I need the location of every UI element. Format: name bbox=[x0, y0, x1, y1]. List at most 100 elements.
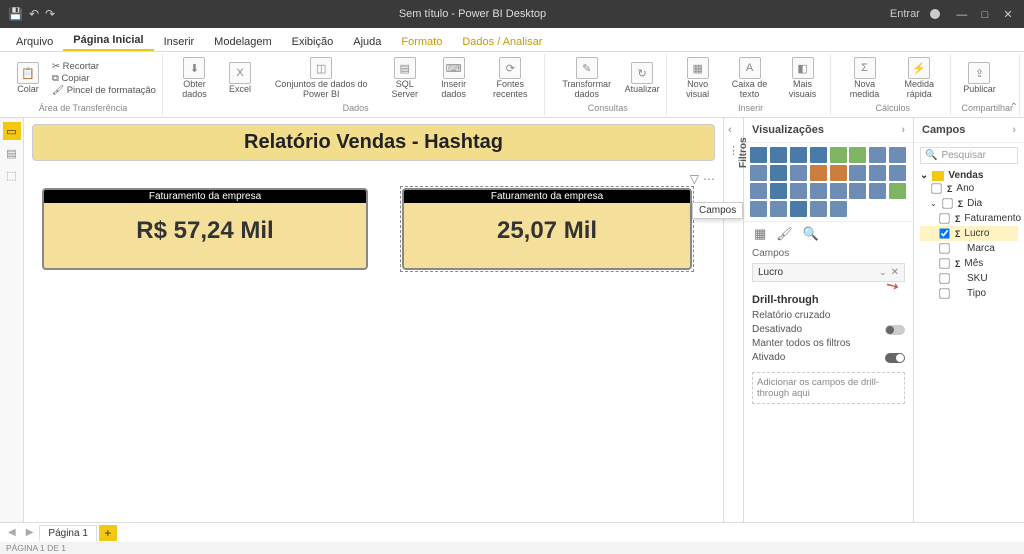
report-view-icon[interactable]: ▭ bbox=[3, 122, 21, 140]
save-icon[interactable]: 💾 bbox=[8, 7, 23, 21]
page-title-visual[interactable]: Relatório Vendas - Hashtag bbox=[32, 124, 715, 161]
more-visuals-button[interactable]: ◧Mais visuais bbox=[781, 57, 824, 100]
vis-pie[interactable] bbox=[810, 165, 827, 181]
vis-funnel[interactable] bbox=[770, 165, 787, 181]
vis-area[interactable] bbox=[830, 147, 847, 163]
vis-ribbon[interactable] bbox=[889, 147, 906, 163]
excel-button[interactable]: XExcel bbox=[222, 62, 258, 95]
tab-ajuda[interactable]: Ajuda bbox=[343, 33, 391, 51]
sql-button[interactable]: ▤SQL Server bbox=[384, 57, 425, 100]
vis-filled-map[interactable] bbox=[889, 165, 906, 181]
vis-py[interactable] bbox=[750, 201, 767, 217]
minimize-button[interactable]: — bbox=[954, 9, 970, 21]
get-data-button[interactable]: ⬇Obter dados bbox=[173, 57, 216, 100]
more-icon[interactable]: ⋯ bbox=[703, 172, 715, 186]
field-checkbox[interactable] bbox=[942, 198, 952, 208]
next-page-icon[interactable]: ▶ bbox=[22, 527, 38, 538]
vis-line-column[interactable] bbox=[869, 147, 886, 163]
textbox-button[interactable]: ACaixa de texto bbox=[724, 57, 775, 100]
vis-table[interactable] bbox=[849, 183, 866, 199]
chevron-down-icon[interactable]: ⌄ bbox=[879, 267, 887, 278]
new-visual-button[interactable]: ▦Novo visual bbox=[677, 57, 718, 100]
drillthrough-dropzone[interactable]: Adicionar os campos de drill-through aqu… bbox=[752, 372, 905, 404]
vis-clustered-column[interactable] bbox=[810, 147, 827, 163]
analytics-tab-icon[interactable]: 🔍 bbox=[803, 226, 819, 242]
maximize-button[interactable]: □ bbox=[977, 9, 993, 21]
field-well-lucro[interactable]: Lucro ⌄ ✕ bbox=[752, 263, 905, 282]
quick-measure-button[interactable]: ⚡Medida rápida bbox=[894, 57, 944, 100]
copy-button[interactable]: ⧉ Copiar bbox=[52, 73, 156, 84]
card-faturamento-1[interactable]: Faturamento da empresa R$ 57,24 Mil bbox=[42, 188, 368, 270]
field-checkbox[interactable] bbox=[939, 273, 949, 283]
format-painter-button[interactable]: 🖌 Pincel de formatação bbox=[52, 85, 156, 96]
field-checkbox[interactable] bbox=[939, 288, 949, 298]
field-sku[interactable]: SKU bbox=[920, 271, 1018, 286]
field-checkbox[interactable] bbox=[939, 213, 949, 223]
table-vendas[interactable]: ⌄Vendas bbox=[920, 170, 1018, 181]
tab-formato[interactable]: Formato bbox=[391, 33, 452, 51]
vis-slicer[interactable] bbox=[830, 183, 847, 199]
fields-search[interactable]: 🔍 Pesquisar bbox=[920, 147, 1018, 164]
cut-button[interactable]: ✂ Recortar bbox=[52, 61, 156, 72]
chevron-left-icon[interactable]: ‹ bbox=[728, 124, 732, 136]
collapse-ribbon-icon[interactable]: ⌃ bbox=[1010, 102, 1018, 113]
collapse-icon[interactable]: › bbox=[1012, 124, 1016, 136]
tab-dados-analisar[interactable]: Dados / Analisar bbox=[452, 33, 552, 51]
cross-report-toggle[interactable] bbox=[885, 325, 905, 335]
vis-more[interactable] bbox=[830, 201, 847, 217]
undo-icon[interactable]: ↶ bbox=[29, 7, 39, 21]
prev-page-icon[interactable]: ◀ bbox=[4, 527, 20, 538]
vis-r[interactable] bbox=[889, 183, 906, 199]
signin-button[interactable]: Entrar bbox=[890, 8, 920, 20]
field-marca[interactable]: Marca bbox=[920, 241, 1018, 256]
avatar-icon[interactable] bbox=[930, 9, 940, 19]
vis-gauge[interactable] bbox=[750, 183, 767, 199]
field-checkbox[interactable] bbox=[939, 258, 949, 268]
refresh-button[interactable]: ↻Atualizar bbox=[624, 62, 660, 95]
vis-treemap[interactable] bbox=[849, 165, 866, 181]
transform-button[interactable]: ✎Transformar dados bbox=[555, 57, 618, 100]
data-view-icon[interactable]: ▤ bbox=[3, 144, 21, 162]
vis-donut[interactable] bbox=[830, 165, 847, 181]
vis-matrix[interactable] bbox=[869, 183, 886, 199]
vis-line[interactable] bbox=[849, 147, 866, 163]
paste-button[interactable]: 📋Colar bbox=[10, 62, 46, 95]
model-view-icon[interactable]: ⬚ bbox=[3, 166, 21, 184]
field-lucro[interactable]: ΣLucro bbox=[920, 226, 1018, 241]
format-tab-icon[interactable]: 🖌 bbox=[776, 226, 793, 242]
vis-decomposition[interactable] bbox=[790, 201, 807, 217]
redo-icon[interactable]: ↷ bbox=[45, 7, 55, 21]
add-page-button[interactable]: + bbox=[99, 525, 117, 541]
tab-arquivo[interactable]: Arquivo bbox=[6, 33, 63, 51]
field-dia[interactable]: ⌄ΣDia bbox=[920, 196, 1018, 211]
filter-icon[interactable]: ▽ bbox=[690, 172, 699, 186]
recent-sources-button[interactable]: ⟳Fontes recentes bbox=[482, 57, 538, 100]
close-button[interactable]: ✕ bbox=[1000, 8, 1016, 21]
field-faturamento[interactable]: ΣFaturamento bbox=[920, 211, 1018, 226]
report-canvas[interactable]: Relatório Vendas - Hashtag ▽ ⋯ Faturamen… bbox=[24, 118, 724, 522]
field-ano[interactable]: ΣAno bbox=[920, 181, 1018, 196]
fields-tab-icon[interactable]: ▦ bbox=[754, 226, 766, 242]
vis-stacked-bar[interactable] bbox=[750, 147, 767, 163]
vis-card[interactable] bbox=[770, 183, 787, 199]
field-checkbox[interactable] bbox=[939, 228, 949, 238]
vis-key-influencers[interactable] bbox=[770, 201, 787, 217]
tab-pagina-inicial[interactable]: Página Inicial bbox=[63, 31, 153, 51]
field-checkbox[interactable] bbox=[931, 183, 941, 193]
tab-modelagem[interactable]: Modelagem bbox=[204, 33, 281, 51]
vis-qa[interactable] bbox=[810, 201, 827, 217]
page-tab-1[interactable]: Página 1 bbox=[39, 525, 96, 541]
enter-data-button[interactable]: ⌨Inserir dados bbox=[431, 57, 476, 100]
vis-kpi[interactable] bbox=[810, 183, 827, 199]
tab-exibicao[interactable]: Exibição bbox=[282, 33, 344, 51]
keep-filters-toggle[interactable] bbox=[885, 353, 905, 363]
pbi-datasets-button[interactable]: ◫Conjuntos de dados do Power BI bbox=[264, 57, 378, 100]
tab-inserir[interactable]: Inserir bbox=[154, 33, 205, 51]
field-checkbox[interactable] bbox=[939, 243, 949, 253]
card-faturamento-2[interactable]: Faturamento da empresa 25,07 Mil bbox=[402, 188, 692, 270]
new-measure-button[interactable]: ΣNova medida bbox=[841, 57, 888, 100]
vis-waterfall[interactable] bbox=[750, 165, 767, 181]
remove-field-icon[interactable]: ✕ bbox=[891, 267, 899, 278]
collapse-icon[interactable]: › bbox=[901, 124, 905, 136]
publish-button[interactable]: ⇪Publicar bbox=[961, 62, 997, 95]
